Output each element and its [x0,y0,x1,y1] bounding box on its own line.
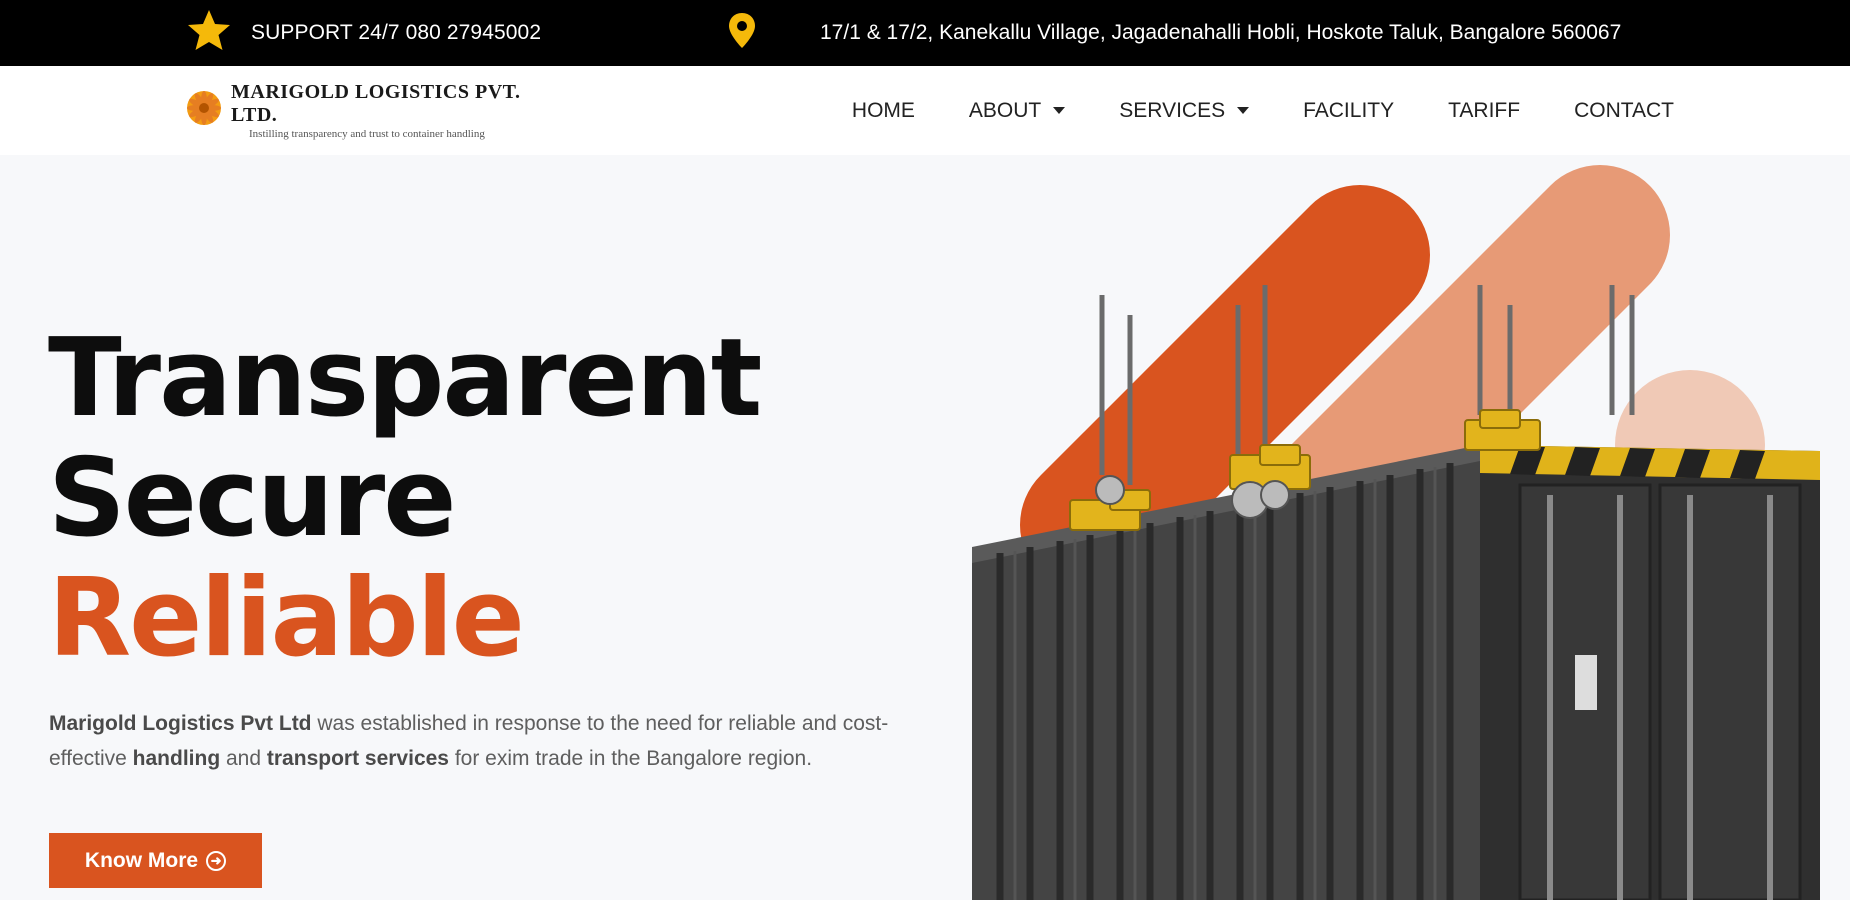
hero-section: Transparent Secure Reliable Marigold Log… [0,155,1850,900]
nav-contact-label: CONTACT [1574,98,1674,122]
brand-logo-link[interactable]: MARIGOLD LOGISTICS PVT. LTD. Instilling … [185,80,545,140]
main-navbar: MARIGOLD LOGISTICS PVT. LTD. Instilling … [0,66,1850,155]
hero-headline-line-1: Transparent [48,316,762,441]
nav-about-label: ABOUT [968,98,1042,122]
nav-facility-label: FACILITY [1303,98,1395,122]
top-bar: SUPPORT 24/7 080 27945002 17/1 & 17/2, K… [0,0,1850,66]
nav-contact[interactable]: CONTACT [1574,99,1674,123]
know-more-label: Know More [84,848,199,872]
hero-headline-line-2: Secure [48,436,456,561]
support-phone-link[interactable]: SUPPORT 24/7 080 27945002 [251,21,541,45]
company-name-bold: Marigold Logistics Pvt Ltd [49,712,312,735]
brand-name: MARIGOLD LOGISTICS PVT. LTD. [231,80,521,126]
address-text: 17/1 & 17/2, Kanekallu Village, Jagadena… [820,21,1622,44]
nav-tariff[interactable]: TARIFF [1448,99,1520,123]
arrow-right-circle-icon: ➜ [206,850,227,871]
caret-down-icon [1053,107,1066,114]
map-pin-icon [726,11,758,56]
brand-tagline: Instilling transparency and trust to con… [249,127,485,140]
support-info: SUPPORT 24/7 080 27945002 [185,9,541,57]
star-icon [185,7,233,60]
nav-home[interactable]: HOME [852,99,915,123]
hero-headline-line-3: Reliable [48,556,525,681]
main-menu: HOME ABOUT SERVICES FACILITY TARIFF CONT… [852,66,1674,155]
address-info: 17/1 & 17/2, Kanekallu Village, Jagadena… [726,9,1621,57]
caret-down-icon [1237,107,1250,114]
nav-services-label: SERVICES [1119,98,1226,122]
nav-about[interactable]: ABOUT [968,98,1066,123]
know-more-button[interactable]: Know More ➜ [49,833,262,888]
shipping-container-illustration [972,165,1820,900]
nav-services[interactable]: SERVICES [1119,98,1250,123]
nav-facility[interactable]: FACILITY [1303,99,1394,123]
nav-home-label: HOME [851,98,915,122]
hero-description: Marigold Logistics Pvt Ltd was establish… [49,712,889,770]
marigold-flower-icon [185,89,223,132]
nav-tariff-label: TARIFF [1448,98,1521,122]
